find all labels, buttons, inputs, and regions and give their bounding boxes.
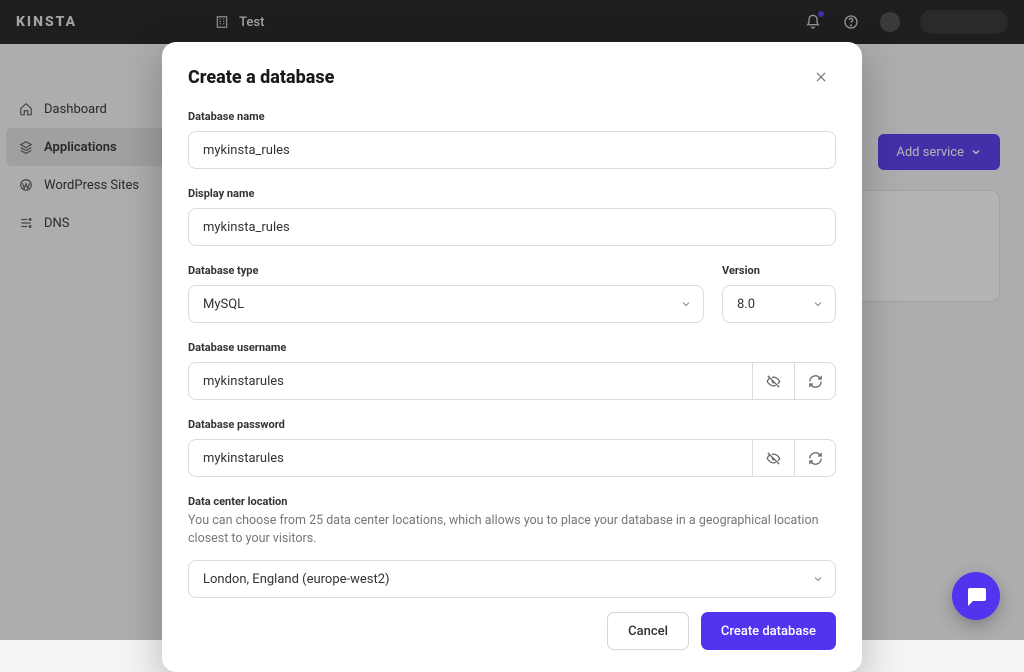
visibility-toggle[interactable] — [752, 362, 794, 400]
database-name-input[interactable] — [188, 131, 836, 169]
version-select[interactable] — [722, 285, 836, 323]
regenerate-button[interactable] — [794, 439, 836, 477]
label-db-name: Database name — [188, 110, 836, 123]
cancel-button[interactable]: Cancel — [607, 612, 689, 650]
close-button[interactable] — [814, 66, 836, 88]
label-location: Data center location — [188, 495, 836, 508]
label-display-name: Display name — [188, 187, 836, 200]
create-database-modal: Create a database Database name Display … — [162, 42, 862, 672]
refresh-icon — [808, 374, 823, 389]
chat-icon — [964, 584, 988, 608]
refresh-icon — [808, 451, 823, 466]
eye-off-icon — [766, 451, 781, 466]
create-database-button[interactable]: Create database — [701, 612, 836, 650]
chat-launcher[interactable] — [952, 572, 1000, 620]
password-input[interactable] — [188, 439, 752, 477]
location-select[interactable] — [188, 560, 836, 598]
database-type-select[interactable] — [188, 285, 704, 323]
close-icon — [814, 70, 828, 84]
label-username: Database username — [188, 341, 836, 354]
regenerate-button[interactable] — [794, 362, 836, 400]
label-version: Version — [722, 264, 836, 277]
eye-off-icon — [766, 374, 781, 389]
visibility-toggle[interactable] — [752, 439, 794, 477]
display-name-input[interactable] — [188, 208, 836, 246]
modal-title: Create a database — [188, 67, 334, 88]
label-password: Database password — [188, 418, 836, 431]
username-input[interactable] — [188, 362, 752, 400]
label-db-type: Database type — [188, 264, 704, 277]
location-description: You can choose from 25 data center locat… — [188, 512, 836, 548]
